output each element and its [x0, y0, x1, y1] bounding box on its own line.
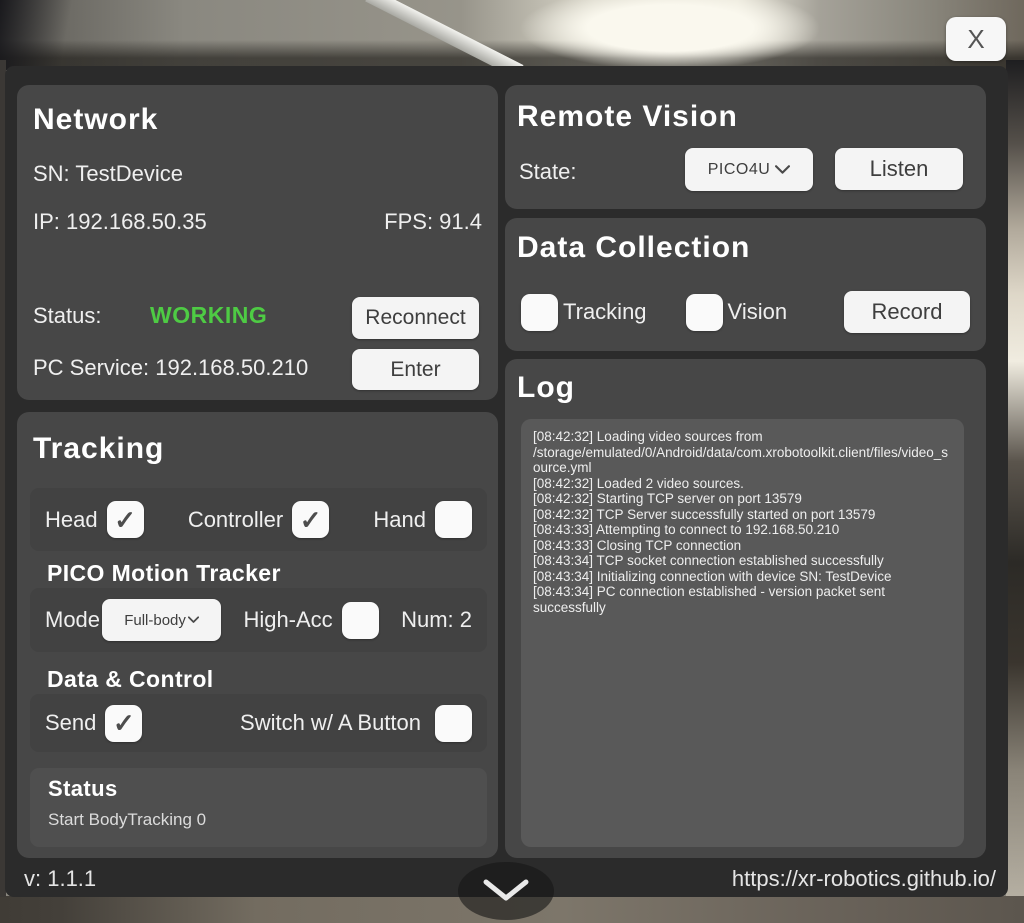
- head-checkbox[interactable]: ✓: [107, 501, 144, 538]
- ip-label: IP: 192.168.50.35: [33, 209, 207, 235]
- collect-tracking-label: Tracking: [563, 299, 647, 325]
- mode-value: Full-body: [124, 612, 186, 629]
- device-dropdown[interactable]: PICO4U: [685, 148, 813, 191]
- reconnect-button[interactable]: Reconnect: [352, 297, 479, 339]
- log-entry: [08:42:32] Loaded 2 video sources.: [533, 476, 952, 492]
- network-title: Network: [33, 103, 158, 137]
- tracking-sources-row: Head ✓ Controller ✓ Hand: [30, 488, 487, 551]
- log-entry: [08:42:32] Starting TCP server on port 1…: [533, 491, 952, 507]
- footer-url: https://xr-robotics.github.io/: [732, 866, 996, 892]
- listen-button[interactable]: Listen: [835, 148, 963, 190]
- collect-vision-checkbox[interactable]: [686, 294, 723, 331]
- main-panel: Network SN: TestDevice IP: 192.168.50.35…: [5, 66, 1008, 897]
- status-value: WORKING: [150, 302, 267, 329]
- network-card: Network SN: TestDevice IP: 192.168.50.35…: [17, 85, 498, 400]
- collapse-panel-button[interactable]: [458, 862, 554, 920]
- hand-checkbox[interactable]: [435, 501, 472, 538]
- pico-motion-tracker-title: PICO Motion Tracker: [47, 560, 281, 587]
- check-icon: ✓: [113, 710, 135, 736]
- tracking-title: Tracking: [33, 432, 164, 466]
- tracking-status-message: Start BodyTracking 0: [48, 810, 469, 830]
- log-entry: [08:42:32] Loading video sources from /s…: [533, 429, 952, 476]
- data-control-title: Data & Control: [47, 666, 214, 693]
- remote-vision-card: Remote Vision State: PICO4U Listen: [505, 85, 986, 209]
- collect-tracking-checkbox[interactable]: [521, 294, 558, 331]
- background-photo-right: [1006, 60, 1024, 897]
- version-label: v: 1.1.1: [24, 866, 96, 892]
- serial-number-label: SN: TestDevice: [33, 161, 183, 187]
- log-card: Log [08:42:32] Loading video sources fro…: [505, 359, 986, 858]
- check-icon: ✓: [114, 507, 136, 533]
- status-label: Status:: [33, 303, 101, 329]
- switch-a-button-checkbox[interactable]: [435, 705, 472, 742]
- record-button[interactable]: Record: [844, 291, 970, 333]
- close-button[interactable]: X: [946, 17, 1006, 61]
- enter-button[interactable]: Enter: [352, 349, 479, 390]
- mode-label: Mode: [45, 607, 100, 633]
- head-label: Head: [45, 507, 98, 533]
- controller-checkbox[interactable]: ✓: [292, 501, 329, 538]
- hand-label: Hand: [373, 507, 426, 533]
- screen: X Network SN: TestDevice IP: 192.168.50.…: [0, 0, 1024, 923]
- high-acc-checkbox[interactable]: [342, 602, 379, 639]
- controller-label: Controller: [188, 507, 283, 533]
- data-collection-card: Data Collection Tracking Vision Record: [505, 218, 986, 351]
- background-photo-ceiling: [0, 0, 1024, 70]
- remote-vision-title: Remote Vision: [517, 100, 738, 134]
- high-acc-label: High-Acc: [243, 607, 332, 633]
- switch-a-button-label: Switch w/ A Button: [240, 710, 421, 736]
- log-output[interactable]: [08:42:32] Loading video sources from /s…: [521, 419, 964, 847]
- log-entry: [08:43:33] Attempting to connect to 192.…: [533, 522, 952, 538]
- motion-tracker-settings-row: Mode Full-body High-Acc Num: 2: [30, 588, 487, 652]
- fps-label: FPS: 91.4: [384, 209, 482, 235]
- collect-vision-label: Vision: [728, 299, 788, 325]
- num-label: Num: 2: [401, 607, 472, 633]
- log-entry: [08:43:34] PC connection established - v…: [533, 584, 952, 615]
- mode-dropdown[interactable]: Full-body: [102, 599, 221, 641]
- tracking-card: Tracking Head ✓ Controller ✓ Hand PICO M…: [17, 412, 498, 858]
- send-checkbox[interactable]: ✓: [105, 705, 142, 742]
- data-control-row: Send ✓ Switch w/ A Button: [30, 694, 487, 752]
- pc-service-label: PC Service: 192.168.50.210: [33, 355, 308, 381]
- chevron-down-icon: [483, 879, 529, 903]
- tracking-status-title: Status: [48, 776, 469, 802]
- device-value: PICO4U: [708, 161, 771, 179]
- send-label: Send: [45, 710, 96, 736]
- log-title: Log: [517, 371, 575, 405]
- tracking-status-box: Status Start BodyTracking 0: [30, 768, 487, 847]
- state-label: State:: [519, 159, 576, 185]
- chevron-down-icon: [775, 165, 790, 175]
- data-collection-title: Data Collection: [517, 231, 750, 265]
- chevron-down-icon: [188, 616, 199, 624]
- log-entry: [08:42:32] TCP Server successfully start…: [533, 507, 952, 523]
- check-icon: ✓: [300, 507, 322, 533]
- log-entry: [08:43:34] TCP socket connection establi…: [533, 553, 952, 569]
- log-entry: [08:43:33] Closing TCP connection: [533, 538, 952, 554]
- log-entry: [08:43:34] Initializing connection with …: [533, 569, 952, 585]
